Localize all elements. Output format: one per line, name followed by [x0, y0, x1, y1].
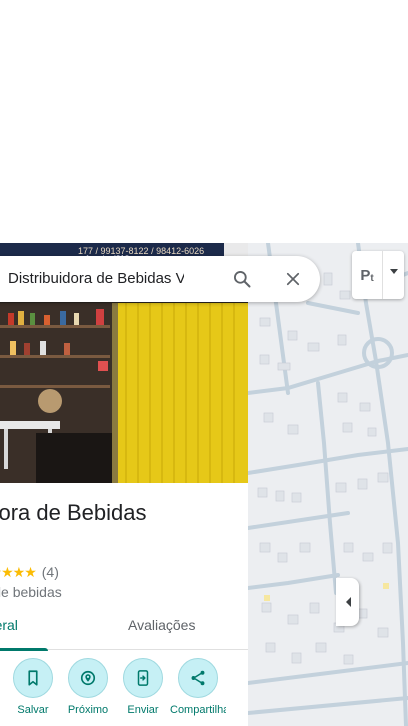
nearby-button-circle: [68, 658, 108, 698]
save-button[interactable]: Salvar: [5, 658, 61, 716]
layer-label-main: P: [360, 266, 371, 284]
layer-label: Pt: [352, 251, 382, 299]
rating-row[interactable]: ★★★★★ (4): [0, 562, 59, 582]
search-button[interactable]: [226, 263, 258, 295]
bookmark-icon: [28, 670, 38, 686]
map-streets: [248, 243, 408, 726]
tab-overview[interactable]: io geral: [0, 610, 48, 651]
transit-layer-button[interactable]: Pt: [352, 251, 404, 299]
caret-down-icon: [389, 269, 398, 274]
layer-dropdown[interactable]: [382, 251, 404, 299]
search-input[interactable]: Distribuidora de Bebidas Vitória: [8, 256, 184, 302]
clear-search-button[interactable]: [277, 263, 309, 295]
send-to-phone-button[interactable]: Enviar: [115, 658, 171, 716]
rating-count[interactable]: (4): [42, 564, 59, 580]
place-title: ibuidora de Bebidas ia: [0, 500, 147, 525]
screen: 177 / 99137-8122 / 98412-6026 ferreirad6…: [0, 0, 408, 726]
share-button-label: Compartilhar: [170, 704, 226, 716]
send-button-circle: [123, 658, 163, 698]
search-box[interactable]: Distribuidora de Bebidas Vitória: [0, 256, 320, 302]
send-button-label: Enviar: [127, 704, 159, 716]
search-icon: [234, 271, 251, 288]
tab-reviews[interactable]: Avaliações: [128, 610, 195, 650]
map-canvas[interactable]: [248, 243, 408, 726]
action-buttons: Salvar Próximo Enviar Compartilh: [0, 658, 248, 726]
share-button[interactable]: Compartilhar: [170, 658, 226, 716]
send-to-phone-icon: [137, 670, 149, 686]
save-button-circle: [13, 658, 53, 698]
star-rating-icon: ★★★★★: [0, 563, 37, 580]
maps-app: 177 / 99137-8122 / 98412-6026 ferreirad6…: [0, 243, 408, 726]
tab-active-indicator: [0, 648, 48, 651]
place-category[interactable]: idor de bebidas: [0, 584, 62, 600]
collapse-panel-button[interactable]: [336, 578, 359, 626]
nearby-button-label: Próximo: [67, 704, 109, 716]
nearby-button[interactable]: Próximo: [60, 658, 116, 716]
place-tabs: io geral Avaliações: [0, 610, 248, 651]
caret-left-icon: [345, 597, 351, 607]
save-button-label: Salvar: [17, 704, 49, 716]
share-icon: [191, 670, 205, 686]
close-icon: [286, 272, 300, 286]
nearby-icon: [80, 670, 96, 686]
layer-label-sub: t: [370, 272, 374, 284]
share-button-circle: [178, 658, 218, 698]
place-info-panel: ibuidora de Bebidas ia ★★★★★ (4) idor de…: [0, 483, 248, 726]
tab-overview-label: io geral: [0, 617, 18, 633]
